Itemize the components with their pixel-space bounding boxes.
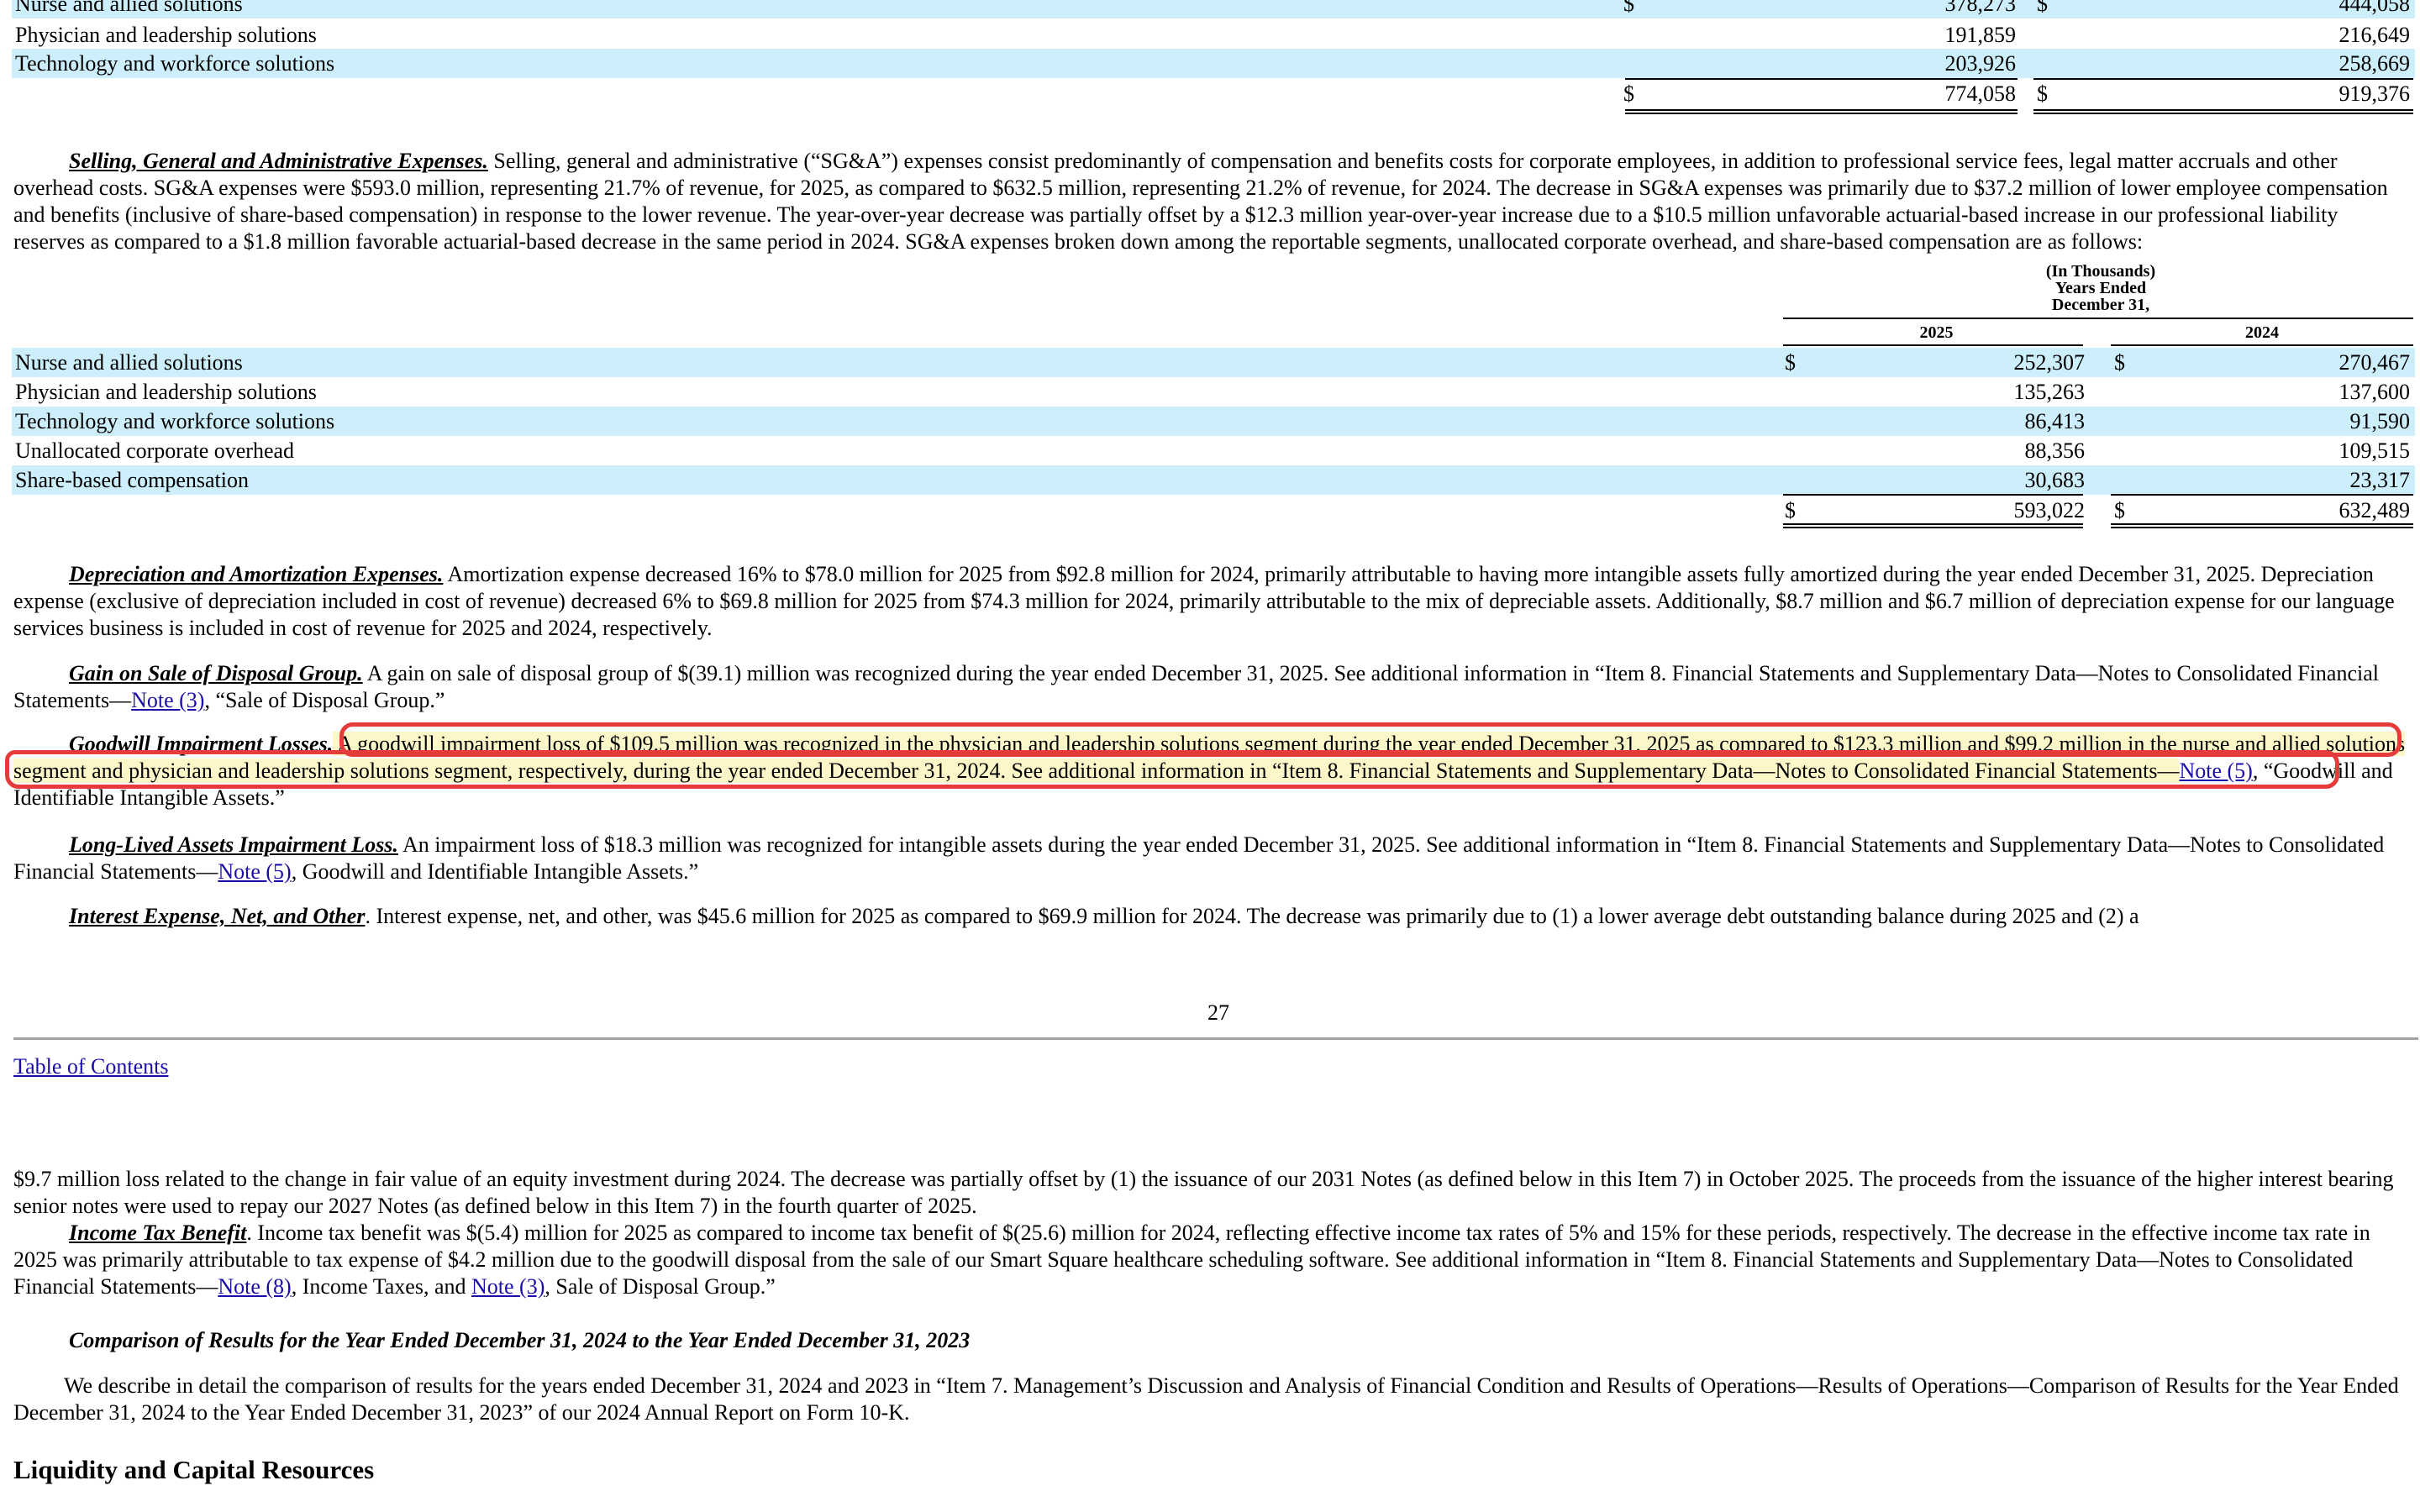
total-double-rule	[1783, 523, 2083, 528]
longlived-paragraph: Long-Lived Assets Impairment Loss. An im…	[13, 832, 2412, 885]
note-3-link[interactable]: Note (3)	[131, 688, 204, 712]
comparison-heading-block: Comparison of Results for the Year Ended…	[13, 1327, 2412, 1354]
value-2025: 203,926	[1944, 51, 2017, 76]
page-number: 27	[1207, 1000, 1229, 1025]
table-row: Physician and leadership solutions 135,2…	[12, 377, 2415, 407]
header-rule	[2111, 344, 2413, 346]
value-2025: 88,356	[2024, 438, 2086, 463]
total-2025: 593,022	[2013, 498, 2086, 522]
table-header-units: (In Thousands)	[2045, 262, 2156, 281]
value-2025: 135,263	[2013, 380, 2086, 404]
depreciation-paragraph: Depreciation and Amortization Expenses. …	[13, 561, 2412, 642]
value-2025: 378,273	[1944, 0, 2017, 16]
goodwill-heading: Goodwill Impairment Losses.	[69, 732, 334, 756]
value-2025: 191,859	[1944, 23, 2017, 47]
interest-text: . Interest expense, net, and other, was …	[365, 904, 2139, 928]
comparison-heading: Comparison of Results for the Year Ended…	[69, 1328, 971, 1352]
value-2025: 86,413	[2024, 409, 2086, 433]
table-row: Technology and workforce solutions 86,41…	[12, 407, 2415, 436]
table-total-row: $ 593,022 $ 632,489	[12, 496, 2415, 525]
dollar-sign: $	[1623, 81, 1634, 106]
table-row: Unallocated corporate overhead 88,356 10…	[12, 436, 2415, 465]
dollar-sign: $	[2037, 81, 2048, 106]
note-5-link[interactable]: Note (5)	[2179, 759, 2252, 783]
note-5-link[interactable]: Note (5)	[218, 859, 291, 884]
table-of-contents-link[interactable]: Table of Contents	[13, 1053, 168, 1080]
dollar-sign: $	[2114, 350, 2125, 375]
note-3-link[interactable]: Note (3)	[471, 1274, 544, 1299]
table-row: Nurse and allied solutions $ 252,307 $ 2…	[12, 348, 2415, 377]
interest-heading: Interest Expense, Net, and Other	[69, 904, 366, 928]
value-2024: 270,467	[2338, 350, 2411, 375]
income-tax-paragraph: Income Tax Benefit. Income tax benefit w…	[13, 1220, 2412, 1300]
interest-continued-paragraph: $9.7 million loss related to the change …	[13, 1166, 2412, 1220]
interest-paragraph: Interest Expense, Net, and Other. Intere…	[13, 903, 2412, 930]
note-8-link[interactable]: Note (8)	[218, 1274, 291, 1299]
value-2024: 91,590	[2349, 409, 2411, 433]
income-tax-text-end: , Sale of Disposal Group.”	[544, 1274, 776, 1299]
table-header-period: Years Ended	[2054, 279, 2147, 297]
sga-paragraph: Selling, General and Administrative Expe…	[13, 148, 2412, 255]
income-tax-heading: Income Tax Benefit	[69, 1221, 247, 1245]
gain-heading: Gain on Sale of Disposal Group.	[69, 661, 363, 685]
value-2024: 444,058	[2338, 0, 2411, 16]
column-header-2024: 2024	[2245, 323, 2279, 342]
comparison-paragraph: We describe in detail the comparison of …	[13, 1373, 2412, 1426]
gain-paragraph: Gain on Sale of Disposal Group. A gain o…	[13, 660, 2412, 714]
dollar-sign: $	[1785, 498, 1796, 522]
table-row: Physician and leadership solutions 191,8…	[12, 20, 2415, 50]
total-2024: 632,489	[2338, 498, 2411, 522]
table-row: Technology and workforce solutions 203,9…	[12, 49, 2415, 78]
dollar-sign: $	[1623, 0, 1634, 16]
row-label: Physician and leadership solutions	[15, 380, 317, 404]
value-2024: 258,669	[2338, 51, 2411, 76]
value-2024: 216,649	[2338, 23, 2411, 47]
total-2024: 919,376	[2338, 81, 2411, 106]
total-double-rule	[2033, 109, 2413, 114]
value-2024: 137,600	[2338, 380, 2411, 404]
row-label: Unallocated corporate overhead	[15, 438, 295, 463]
gain-text-end: , “Sale of Disposal Group.”	[204, 688, 445, 712]
total-2025: 774,058	[1944, 81, 2017, 106]
longlived-heading: Long-Lived Assets Impairment Loss.	[69, 832, 398, 857]
longlived-text-end: , Goodwill and Identifiable Intangible A…	[291, 859, 699, 884]
liquidity-section-heading: Liquidity and Capital Resources	[13, 1455, 375, 1484]
row-label: Physician and leadership solutions	[15, 23, 317, 47]
row-label: Technology and workforce solutions	[15, 51, 335, 76]
value-2025: 252,307	[2013, 350, 2086, 375]
row-label: Nurse and allied solutions	[15, 350, 243, 375]
dollar-sign: $	[2037, 0, 2048, 16]
goodwill-highlighted-text: A goodwill impairment loss of $109.5 mil…	[13, 732, 2406, 783]
table-total-row: $ 774,058 $ 919,376	[12, 79, 2415, 108]
header-rule	[1783, 318, 2413, 319]
income-tax-text-mid: , Income Taxes, and	[291, 1274, 471, 1299]
table-row: Nurse and allied solutions $ 378,273 $ 4…	[12, 0, 2415, 18]
dollar-sign: $	[1785, 350, 1796, 375]
dollar-sign: $	[2114, 498, 2125, 522]
row-label: Nurse and allied solutions	[15, 0, 243, 16]
interest-continued-text: $9.7 million loss related to the change …	[13, 1167, 2394, 1218]
row-label: Technology and workforce solutions	[15, 409, 335, 433]
table-header-date: December 31,	[2051, 296, 2150, 314]
total-double-rule	[2111, 523, 2413, 528]
column-header-2025: 2025	[1919, 323, 1954, 342]
header-rule	[1783, 344, 2083, 346]
goodwill-paragraph: Goodwill Impairment Losses. A goodwill i…	[13, 731, 2412, 811]
row-label: Share-based compensation	[15, 468, 249, 492]
value-2024: 23,317	[2349, 468, 2411, 492]
page-break-rule	[13, 1037, 2418, 1040]
document-page: Nurse and allied solutions $ 378,273 $ 4…	[0, 0, 2420, 1512]
sga-heading: Selling, General and Administrative Expe…	[69, 149, 488, 173]
value-2024: 109,515	[2338, 438, 2411, 463]
table-row: Share-based compensation 30,683 23,317	[12, 465, 2415, 495]
value-2025: 30,683	[2024, 468, 2086, 492]
depreciation-heading: Depreciation and Amortization Expenses.	[69, 562, 444, 586]
comparison-text: We describe in detail the comparison of …	[13, 1373, 2399, 1425]
total-double-rule	[1625, 109, 2018, 114]
